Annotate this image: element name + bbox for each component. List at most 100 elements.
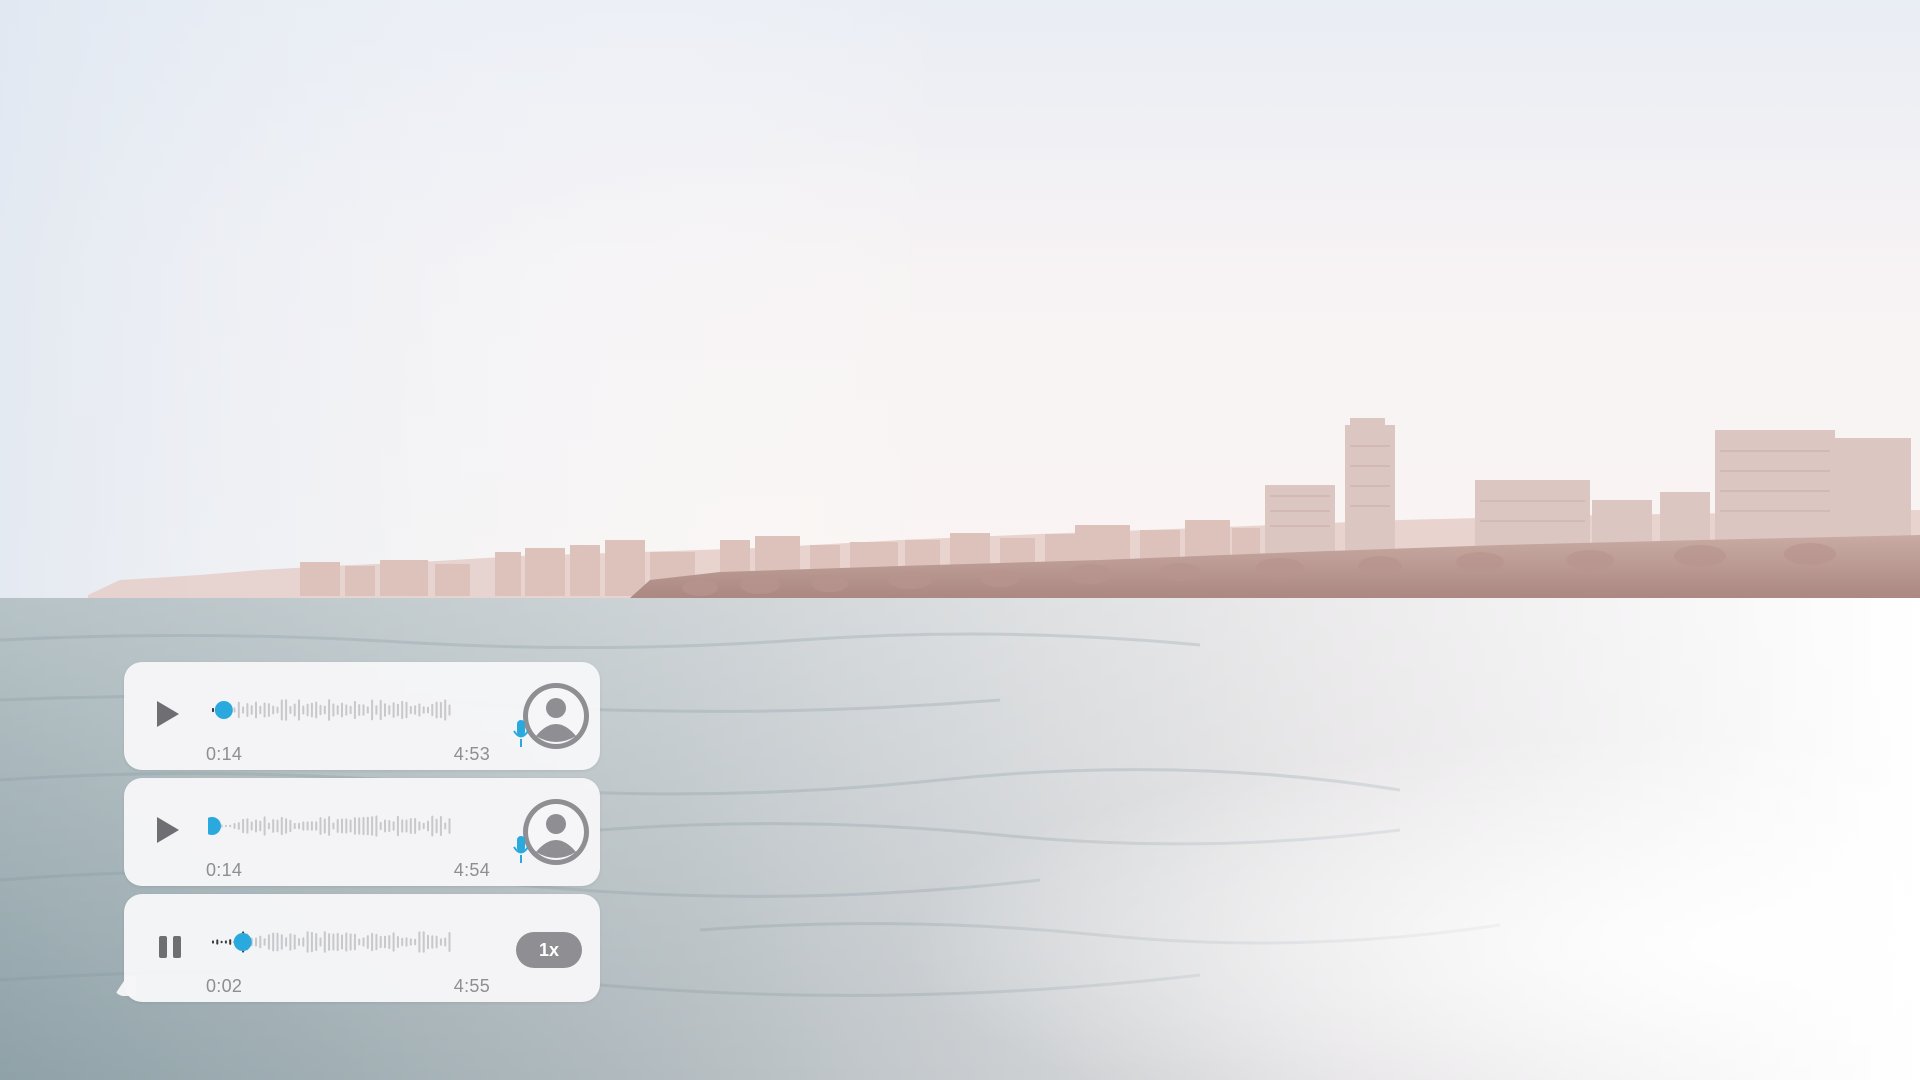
waveform-bar	[358, 817, 361, 835]
waveform-bar	[401, 937, 404, 947]
waveform-bar	[414, 938, 417, 946]
waveform-bar	[341, 934, 343, 950]
sender-avatar	[513, 798, 590, 866]
waveform-bar	[289, 933, 292, 951]
waveform-bar	[237, 701, 240, 719]
waveform-bar	[233, 707, 236, 713]
waveform-bar	[341, 702, 343, 718]
voice-message-2[interactable]: 0:14 4:54	[124, 778, 600, 886]
waveform-bar	[323, 705, 326, 715]
duration-time: 4:55	[453, 976, 490, 996]
waveform-bar	[302, 937, 305, 947]
waveform-bar	[422, 931, 425, 953]
waveform-bar	[280, 699, 283, 721]
waveform-bar	[345, 704, 348, 716]
waveform-bar	[310, 702, 313, 718]
waveform-bar	[267, 822, 270, 830]
waveform-bar	[379, 935, 382, 949]
microphone-icon	[513, 720, 529, 747]
waveform-bar	[212, 707, 214, 713]
waveform-bar	[323, 818, 326, 834]
pause-button[interactable]	[157, 934, 183, 960]
waveform-bar	[319, 817, 322, 835]
waveform-bar	[427, 820, 429, 832]
progress-knob[interactable]	[214, 701, 233, 719]
waveform-bar	[310, 821, 313, 831]
waveform-bar	[255, 701, 257, 719]
progress-knob[interactable]	[233, 933, 252, 951]
waveform-bar	[405, 701, 408, 719]
waveform-bar	[332, 933, 335, 951]
waveform-bar	[444, 822, 447, 830]
waveform-bar	[237, 822, 240, 830]
waveform-bar	[422, 706, 425, 714]
waveform-bar	[315, 933, 318, 951]
waveform-bar	[427, 706, 429, 714]
waveform-bar	[353, 817, 356, 835]
waveform-bar	[444, 937, 447, 947]
waveform-bar	[267, 934, 270, 950]
waveform-bar	[349, 819, 352, 833]
waveform-bar	[396, 936, 399, 948]
waveform-bar	[328, 816, 331, 836]
waveform-bar	[418, 703, 421, 717]
playback-speed-button[interactable]: 1x	[516, 932, 582, 968]
waveform-bar	[396, 703, 399, 717]
waveform-bar	[212, 940, 214, 944]
waveform-bar	[431, 703, 434, 717]
waveform-bar	[229, 824, 232, 828]
waveform-bar	[384, 935, 386, 949]
waveform-bar	[414, 705, 417, 715]
waveform-bar	[422, 822, 425, 830]
waveform-bar	[224, 824, 227, 828]
waveform-bar	[276, 819, 279, 833]
waveform-bar	[336, 818, 339, 834]
waveform-bar	[229, 939, 232, 945]
waveform-bar	[431, 815, 434, 837]
waveform-bar	[353, 700, 356, 720]
waveform-bar	[371, 699, 374, 721]
microphone-icon	[513, 836, 529, 863]
play-button[interactable]	[154, 815, 182, 845]
waveform-bar	[396, 815, 399, 837]
waveform-bar	[392, 821, 395, 831]
waveform-bar	[448, 931, 451, 953]
waveform-bar	[336, 705, 339, 715]
voice-message-1[interactable]: 0:14 4:53	[124, 662, 600, 770]
waveform-bar	[341, 818, 343, 834]
waveform-bar	[298, 822, 300, 830]
waveform-bar	[358, 704, 361, 716]
waveform-bar	[379, 821, 382, 831]
sender-avatar	[513, 682, 590, 750]
waveform-bar	[259, 705, 262, 715]
waveform-bar	[272, 932, 275, 952]
waveform-bar	[384, 703, 386, 717]
waveform-bar	[293, 703, 296, 717]
waveform-bar	[379, 699, 382, 721]
waveform-bar	[384, 819, 386, 833]
voice-message-3[interactable]: 0:02 4:55 1x	[114, 894, 600, 1002]
play-button[interactable]	[154, 699, 182, 729]
waveform-bar	[272, 705, 275, 715]
waveform-bar	[388, 820, 391, 832]
progress-knob[interactable]	[208, 817, 221, 835]
waveform-bar	[435, 818, 438, 834]
waveform-bar	[414, 817, 417, 835]
waveform-bar	[332, 822, 335, 830]
pause-icon	[159, 936, 181, 958]
waveform-bar	[276, 932, 279, 952]
waveform-bar	[371, 932, 374, 952]
waveform-bar	[285, 699, 288, 721]
play-icon	[157, 817, 179, 843]
waveform-bar	[319, 704, 322, 716]
waveform-bar	[310, 931, 313, 953]
waveform-bar	[392, 702, 395, 718]
waveform-bar	[405, 937, 408, 947]
waveform-bar	[409, 705, 412, 715]
waveform-bar	[289, 706, 292, 714]
waveform-bar	[345, 818, 348, 834]
waveform-bar	[328, 699, 331, 721]
waveform-bar	[246, 818, 249, 834]
waveform-bar	[224, 940, 227, 944]
waveform-bar	[298, 699, 300, 721]
